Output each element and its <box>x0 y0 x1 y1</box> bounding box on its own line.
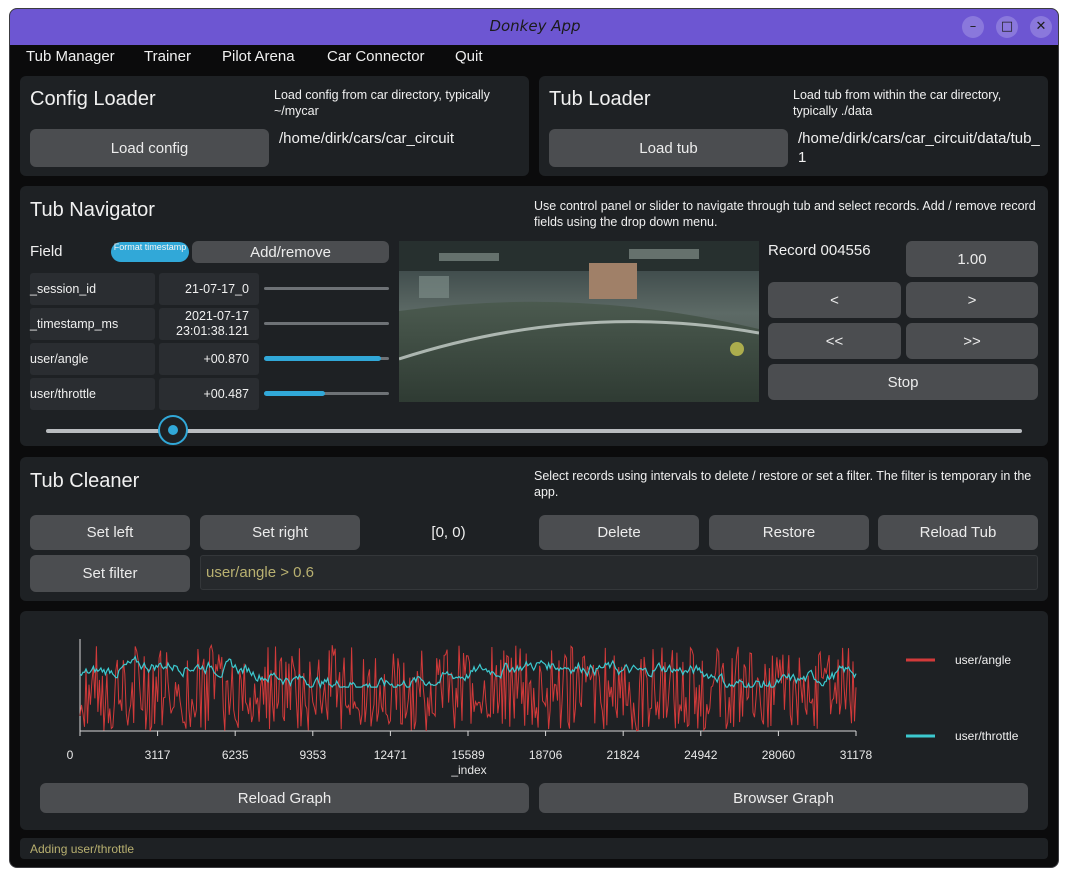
x-tick-label: 18706 <box>529 748 563 762</box>
load-tub-button[interactable]: Load tub <box>549 129 788 167</box>
field-label: Field <box>30 243 63 260</box>
config-loader-hint: Load config from car directory, typicall… <box>274 88 490 118</box>
tub-cleaner-title: Tub Cleaner <box>30 470 140 492</box>
menu-trainer[interactable]: Trainer <box>144 48 191 65</box>
tub-navigator-title: Tub Navigator <box>30 199 155 221</box>
field-name: _timestamp_ms <box>30 308 155 340</box>
tub-loader-title: Tub Loader <box>549 88 651 110</box>
x-tick-label: 0 <box>67 748 74 762</box>
next-record-button[interactable]: > <box>906 282 1038 318</box>
tub-navigator-panel: Tub Navigator Use control panel or slide… <box>20 186 1048 446</box>
field-name: _session_id <box>30 273 155 305</box>
record-slider-handle[interactable] <box>158 415 189 445</box>
app-window: Donkey App – □ ✕ Tub Manager Trainer Pil… <box>9 8 1059 868</box>
tub-navigator-hint: Use control panel or slider to navigate … <box>534 199 1036 229</box>
restore-button[interactable]: Restore <box>709 515 869 550</box>
close-icon[interactable]: ✕ <box>1030 16 1052 38</box>
field-value: +00.870 <box>159 343 259 375</box>
add-remove-dropdown[interactable]: Add/remove <box>192 241 389 263</box>
camera-image <box>399 241 759 402</box>
menu-bar: Tub Manager Trainer Pilot Arena Car Conn… <box>10 45 1058 73</box>
menu-tub-manager[interactable]: Tub Manager <box>26 48 115 65</box>
stop-button[interactable]: Stop <box>768 364 1038 400</box>
set-filter-button[interactable]: Set filter <box>30 555 190 592</box>
field-bar-track <box>264 322 389 325</box>
config-loader-panel: Config Loader Load config from car direc… <box>20 76 529 176</box>
field-bar-track <box>264 287 389 290</box>
set-left-button[interactable]: Set left <box>30 515 190 550</box>
tub-cleaner-panel: Tub Cleaner Select records using interva… <box>20 457 1048 601</box>
speed-button[interactable]: 1.00 <box>906 241 1038 277</box>
series-line-user-angle <box>79 643 857 732</box>
x-axis-label: _index <box>450 763 486 777</box>
field-value: +00.487 <box>159 378 259 410</box>
x-tick-label: 31178 <box>840 748 873 762</box>
title-bar[interactable]: Donkey App – □ ✕ <box>10 9 1058 45</box>
browser-graph-button[interactable]: Browser Graph <box>539 783 1028 813</box>
record-slider-track[interactable] <box>46 429 1022 433</box>
format-timestamp-button[interactable]: Format timestamp <box>111 242 189 262</box>
x-tick-label: 28060 <box>762 748 796 762</box>
field-value: 21-07-17_0 <box>159 273 259 305</box>
maximize-icon[interactable]: □ <box>996 16 1018 38</box>
legend-label: user/throttle <box>955 729 1019 743</box>
fast-forward-button[interactable]: >> <box>906 323 1038 359</box>
field-value: 2021-07-17 23:01:38.121 <box>159 308 259 340</box>
x-tick-label: 3117 <box>145 748 171 762</box>
reload-graph-button[interactable]: Reload Graph <box>40 783 529 813</box>
tub-loader-panel: Tub Loader Load tub from within the car … <box>539 76 1048 176</box>
rewind-button[interactable]: << <box>768 323 901 359</box>
field-name: user/throttle <box>30 378 155 410</box>
field-name: user/angle <box>30 343 155 375</box>
filter-input[interactable] <box>200 555 1038 590</box>
interval-label: [0, 0) <box>431 524 466 541</box>
set-right-button[interactable]: Set right <box>200 515 360 550</box>
record-label: Record 004556 <box>768 242 871 259</box>
x-tick-label: 15589 <box>451 748 485 762</box>
x-tick-label: 21824 <box>606 748 640 762</box>
field-bar-fill <box>264 356 381 361</box>
legend-label: user/angle <box>955 653 1011 667</box>
x-tick-label: 24942 <box>684 748 718 762</box>
window-title: Donkey App <box>489 17 581 35</box>
minimize-icon[interactable]: – <box>962 16 984 38</box>
x-tick-label: 9353 <box>299 748 326 762</box>
tub-cleaner-hint: Select records using intervals to delete… <box>534 469 1032 499</box>
tub-loader-hint: Load tub from within the car directory, … <box>793 88 1002 118</box>
menu-quit[interactable]: Quit <box>455 48 483 65</box>
menu-pilot-arena[interactable]: Pilot Arena <box>222 48 295 65</box>
x-tick-label: 12471 <box>374 748 408 762</box>
config-loader-title: Config Loader <box>30 88 156 110</box>
field-bar-fill <box>264 391 325 396</box>
line-chart: 0 3117 6235 9353 12471 15589 18706 21824 24942 28… <box>67 639 1019 777</box>
status-bar: Adding user/throttle <box>20 838 1048 859</box>
x-tick-label: 6235 <box>222 748 249 762</box>
load-config-button[interactable]: Load config <box>30 129 269 167</box>
delete-button[interactable]: Delete <box>539 515 699 550</box>
prev-record-button[interactable]: < <box>768 282 901 318</box>
tub-path: /home/dirk/cars/car_circuit/data/tub_1 <box>798 130 1040 166</box>
menu-car-connector[interactable]: Car Connector <box>327 48 425 65</box>
reload-tub-button[interactable]: Reload Tub <box>878 515 1038 550</box>
config-path: /home/dirk/cars/car_circuit <box>279 130 455 147</box>
graph-panel: 0 3117 6235 9353 12471 15589 18706 21824 24942 28… <box>20 611 1048 830</box>
slider-dot <box>168 425 179 435</box>
series-line-user-throttle <box>79 655 857 690</box>
